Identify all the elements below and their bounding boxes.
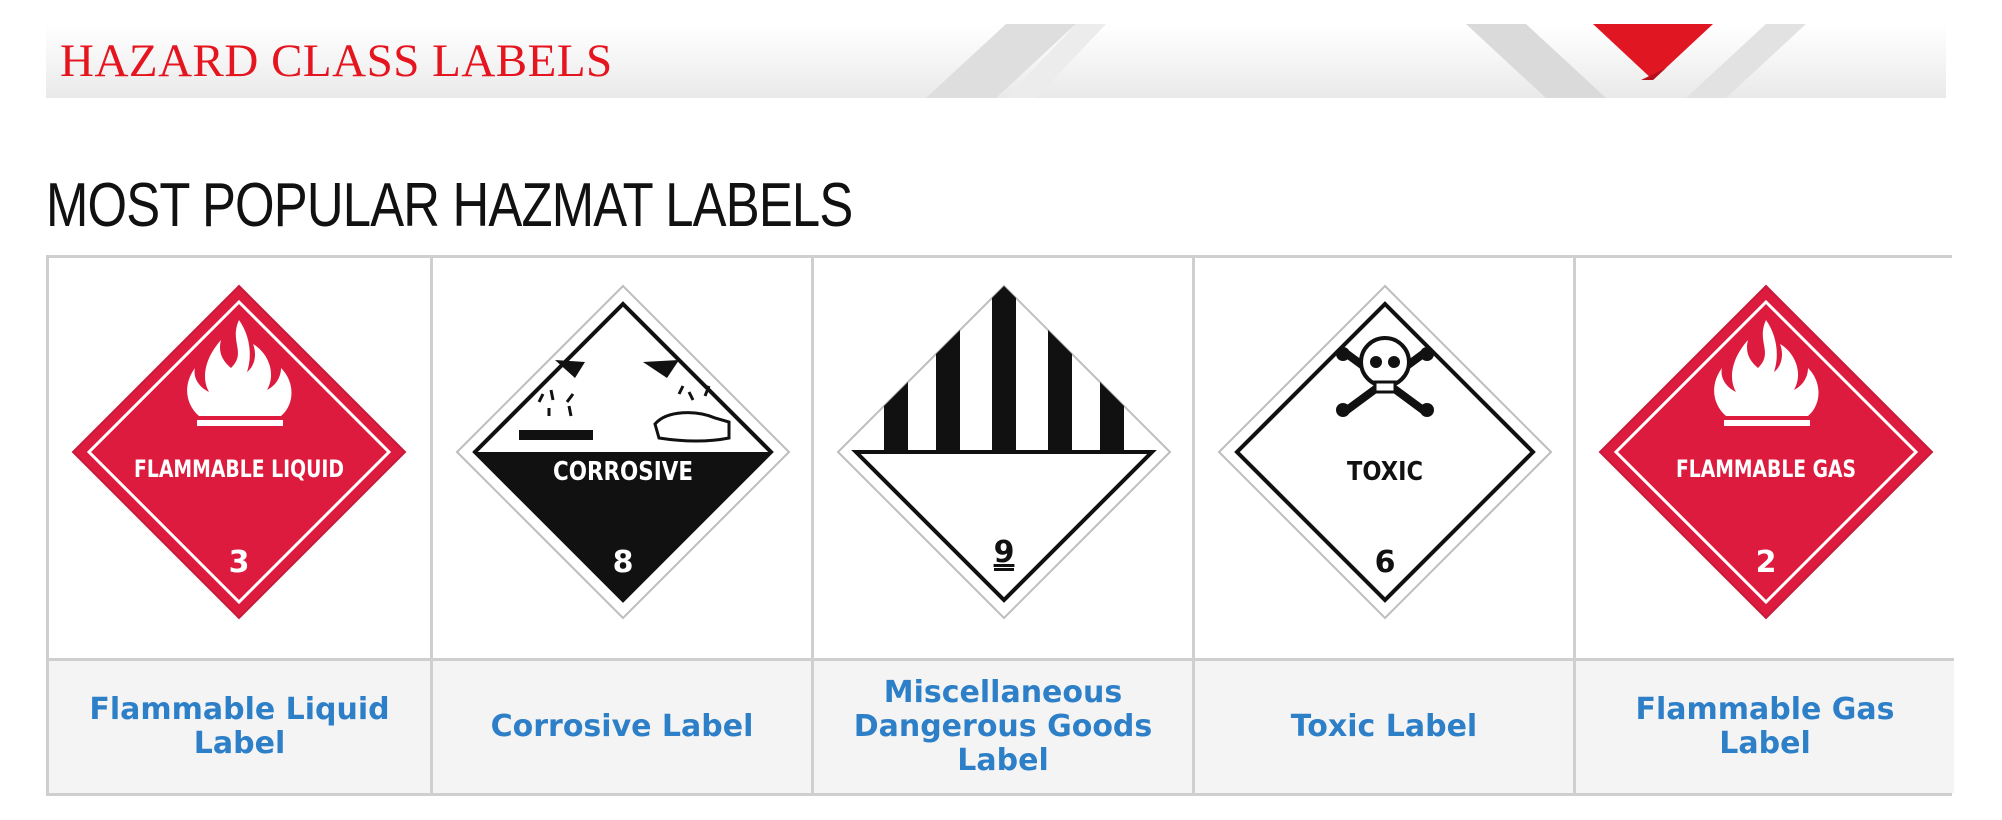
product-card-corrosive: CORROSIVE 8 Corrosive Label: [430, 258, 811, 793]
corrosive-icon: CORROSIVE 8: [455, 284, 791, 620]
stripes-icon: 9: [836, 284, 1172, 620]
product-card-miscellaneous: 9 Miscellaneous Dangerous Goods Label: [811, 258, 1192, 793]
skull-crossbones-icon: TOXIC 6: [1217, 284, 1553, 620]
product-link-toxic[interactable]: Toxic Label: [1261, 710, 1507, 744]
svg-text:CORROSIVE: CORROSIVE: [553, 457, 693, 487]
caption-area: Flammable Gas Label: [1576, 661, 1954, 793]
caption-area: Corrosive Label: [433, 661, 811, 793]
svg-text:3: 3: [229, 545, 250, 580]
product-link-flammable-liquid[interactable]: Flammable Liquid Label: [49, 693, 430, 761]
product-card-flammable-gas: FLAMMABLE GAS 2 Flammable Gas Label: [1573, 258, 1954, 793]
product-image-link[interactable]: TOXIC 6: [1195, 258, 1573, 661]
product-grid: FLAMMABLE LIQUID 3 Flammable Liquid Labe…: [46, 255, 1954, 796]
product-link-miscellaneous[interactable]: Miscellaneous Dangerous Goods Label: [814, 676, 1192, 778]
svg-text:6: 6: [1375, 545, 1396, 580]
caption-area: Flammable Liquid Label: [49, 661, 430, 793]
svg-text:2: 2: [1756, 545, 1777, 580]
product-image-link[interactable]: 9: [814, 258, 1192, 661]
product-card-flammable-liquid: FLAMMABLE LIQUID 3 Flammable Liquid Labe…: [49, 258, 430, 793]
page-banner: HAZARD CLASS LABELS: [46, 24, 1946, 98]
flame-icon: FLAMMABLE GAS 2: [1598, 284, 1934, 620]
product-image-link[interactable]: FLAMMABLE LIQUID 3: [49, 258, 430, 661]
svg-text:FLAMMABLE GAS: FLAMMABLE GAS: [1676, 455, 1856, 483]
product-image-link[interactable]: CORROSIVE 8: [433, 258, 811, 661]
product-link-corrosive[interactable]: Corrosive Label: [461, 710, 784, 744]
svg-text:8: 8: [613, 545, 634, 580]
product-image-link[interactable]: FLAMMABLE GAS 2: [1576, 258, 1954, 661]
svg-text:9: 9: [994, 535, 1015, 570]
banner-title: HAZARD CLASS LABELS: [60, 35, 613, 87]
product-link-flammable-gas[interactable]: Flammable Gas Label: [1576, 693, 1954, 761]
flame-icon: FLAMMABLE LIQUID 3: [71, 284, 407, 620]
svg-text:TOXIC: TOXIC: [1347, 457, 1423, 487]
product-card-toxic: TOXIC 6 Toxic Label: [1192, 258, 1573, 793]
svg-text:FLAMMABLE LIQUID: FLAMMABLE LIQUID: [134, 455, 344, 483]
section-title: MOST POPULAR HAZMAT LABELS: [46, 171, 853, 240]
caption-area: Toxic Label: [1195, 661, 1573, 793]
caption-area: Miscellaneous Dangerous Goods Label: [814, 661, 1192, 793]
